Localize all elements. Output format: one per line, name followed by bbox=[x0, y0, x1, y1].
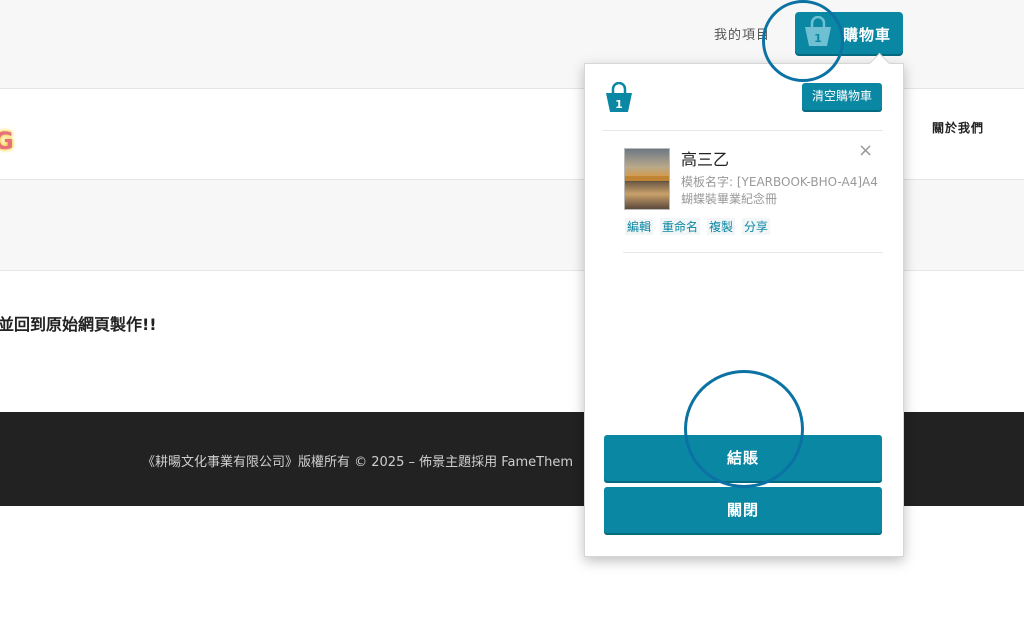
my-projects-link[interactable]: 我的項目 bbox=[714, 24, 770, 43]
item-template-name: 模板名字: [YEARBOOK-BHO-A4]A4 bbox=[681, 175, 878, 189]
site-logo[interactable]: G bbox=[0, 127, 14, 155]
item-actions: 編輯 重命名 複製 分享 bbox=[625, 218, 777, 235]
cart-button-label: 購物車 bbox=[843, 26, 892, 44]
close-panel-button[interactable]: 關閉 bbox=[604, 487, 882, 533]
divider bbox=[603, 130, 883, 131]
rename-link[interactable]: 重命名 bbox=[660, 218, 701, 235]
item-title[interactable]: 高三乙 bbox=[681, 146, 729, 170]
main-message: 並回到原始網頁製作!! bbox=[0, 315, 157, 334]
nav-item-about[interactable]: 關於我們 bbox=[932, 119, 984, 136]
cart-button[interactable]: 1 購物車 bbox=[795, 12, 903, 54]
share-link[interactable]: 分享 bbox=[742, 218, 771, 235]
copy-link[interactable]: 複製 bbox=[707, 218, 736, 235]
item-meta: 模板名字: [YEARBOOK-BHO-A4]A4 蝴蝶裝畢業紀念冊 bbox=[681, 174, 878, 208]
close-icon[interactable]: × bbox=[858, 140, 873, 161]
footer-copyright: 《耕暘文化事業有限公司》版權所有 © 2025 – 佈景主題採用 FameThe… bbox=[142, 455, 573, 470]
page: 我的項目 1 購物車 G 關於我們 並回到原始網頁製作!! 《耕暘文化事業有限公… bbox=[0, 0, 1024, 618]
cart-dropdown: 1 清空購物車 高三乙 × 模板名字: [YEARBOOK-BHO-A4]A4 … bbox=[584, 52, 904, 557]
edit-link[interactable]: 編輯 bbox=[625, 218, 654, 235]
shopping-basket-icon: 1 bbox=[606, 82, 632, 112]
clear-cart-button[interactable]: 清空購物車 bbox=[802, 83, 882, 110]
divider bbox=[623, 252, 883, 253]
cart-panel-count: 1 bbox=[615, 98, 623, 111]
shopping-basket-icon: 1 bbox=[805, 16, 831, 46]
cart-count: 1 bbox=[814, 32, 822, 45]
item-subtitle: 蝴蝶裝畢業紀念冊 bbox=[681, 192, 778, 206]
checkout-button[interactable]: 結賬 bbox=[604, 435, 882, 481]
item-thumbnail[interactable] bbox=[624, 148, 670, 210]
